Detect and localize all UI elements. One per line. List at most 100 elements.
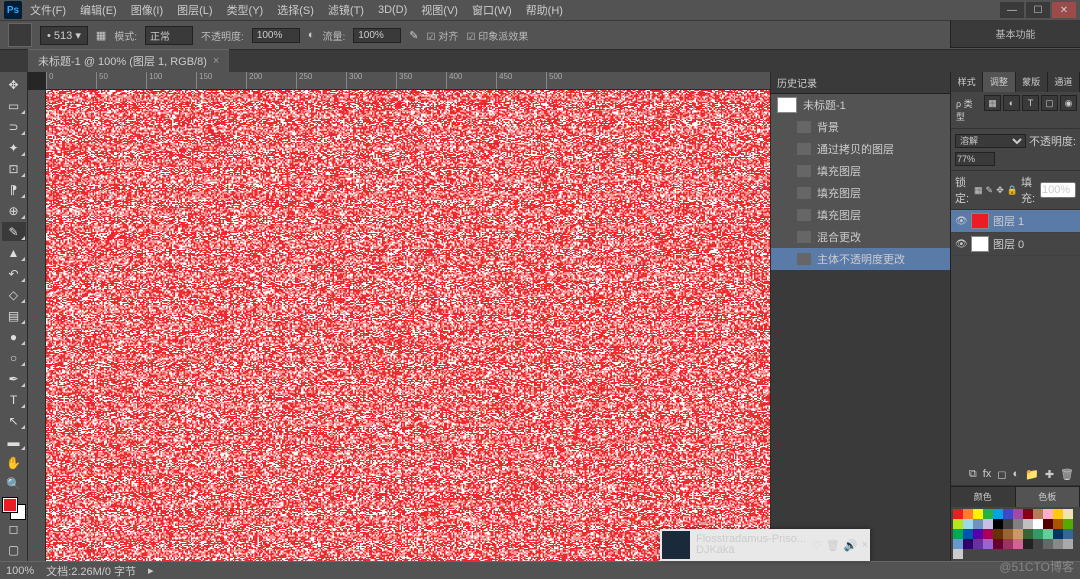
swatch[interactable] xyxy=(1003,509,1013,519)
eraser-tool[interactable]: ◇ xyxy=(2,285,26,304)
flow-input[interactable]: 100% xyxy=(353,28,401,43)
swatch[interactable] xyxy=(1003,519,1013,529)
swatch[interactable] xyxy=(973,509,983,519)
airbrush-icon[interactable]: ✎ xyxy=(409,29,418,42)
path-tool[interactable]: ↖ xyxy=(2,411,26,430)
history-brush-tool[interactable]: ↶ xyxy=(2,264,26,283)
swatch[interactable] xyxy=(1003,539,1013,549)
eyedropper-tool[interactable]: ⁋ xyxy=(2,180,26,199)
filter-smart-icon[interactable]: ◉ xyxy=(1060,95,1077,111)
stamp-tool[interactable]: ▲ xyxy=(2,243,26,262)
tab-swatches[interactable]: 色板 xyxy=(1016,487,1080,507)
menu-edit[interactable]: 编辑(E) xyxy=(74,0,123,20)
swatch[interactable] xyxy=(983,519,993,529)
menu-type[interactable]: 类型(Y) xyxy=(221,0,270,20)
trash-icon[interactable]: 🗑 xyxy=(826,539,840,552)
group-icon[interactable]: 📁 xyxy=(1025,468,1039,481)
close-button[interactable]: ✕ xyxy=(1052,2,1076,18)
visibility-icon[interactable]: 👁 xyxy=(955,216,967,227)
swatch[interactable] xyxy=(993,519,1003,529)
tab-styles[interactable]: 样式 xyxy=(951,72,983,92)
swatch[interactable] xyxy=(973,519,983,529)
mode-select[interactable]: 正常 xyxy=(145,26,193,45)
history-snapshot[interactable]: 未标题-1 xyxy=(771,94,950,116)
history-step[interactable]: 主体不透明度更改 xyxy=(771,248,950,270)
crop-tool[interactable]: ⊡ xyxy=(2,159,26,178)
swatch[interactable] xyxy=(1043,509,1053,519)
menu-view[interactable]: 视图(V) xyxy=(415,0,464,20)
lock-trans-icon[interactable]: ▦ xyxy=(974,184,983,196)
tool-preset-icon[interactable] xyxy=(8,23,32,47)
pressure-opacity-icon[interactable]: ◐ xyxy=(308,29,315,41)
healing-tool[interactable]: ⊕ xyxy=(2,201,26,220)
swatch[interactable] xyxy=(1023,519,1033,529)
document-tab[interactable]: 未标题-1 @ 100% (图层 1, RGB/8) × xyxy=(28,49,229,72)
link-icon[interactable]: ⧉ xyxy=(969,468,977,481)
tab-channel[interactable]: 通道 xyxy=(1048,72,1080,92)
history-panel-header[interactable]: 历史记录 xyxy=(771,72,950,94)
swatch[interactable] xyxy=(1023,529,1033,539)
tab-mask[interactable]: 蒙版 xyxy=(1016,72,1048,92)
layer-row[interactable]: 👁 图层 1 xyxy=(951,210,1080,233)
minimize-button[interactable]: — xyxy=(1000,2,1024,18)
marquee-tool[interactable]: ▭ xyxy=(2,96,26,115)
layer-opacity-input[interactable] xyxy=(955,152,995,166)
fill-input[interactable] xyxy=(1040,182,1076,198)
filter-type-icon[interactable]: T xyxy=(1022,95,1039,111)
mask-icon[interactable]: ◻ xyxy=(997,468,1006,481)
swatch[interactable] xyxy=(1033,509,1043,519)
workspace-switcher[interactable]: 基本功能 xyxy=(950,20,1080,48)
shape-tool[interactable]: ▬ xyxy=(2,432,26,451)
swatch[interactable] xyxy=(963,529,973,539)
swatch[interactable] xyxy=(1043,519,1053,529)
music-widget[interactable]: Flosstradamus-Priso... DJKäkä ♡ 🗑 🔊 × xyxy=(660,529,870,561)
zoom-tool[interactable]: 🔍 xyxy=(2,474,26,493)
swatch[interactable] xyxy=(1053,539,1063,549)
history-step[interactable]: 通过拷贝的图层 xyxy=(771,138,950,160)
lasso-tool[interactable]: ⊃ xyxy=(2,117,26,136)
visibility-icon[interactable]: 👁 xyxy=(955,239,967,250)
new-layer-icon[interactable]: ✚ xyxy=(1045,468,1054,481)
filter-shape-icon[interactable]: ▢ xyxy=(1041,95,1058,111)
swatch[interactable] xyxy=(963,519,973,529)
maximize-button[interactable]: ☐ xyxy=(1026,2,1050,18)
type-tool[interactable]: T xyxy=(2,390,26,409)
blur-tool[interactable]: ● xyxy=(2,327,26,346)
chevron-right-icon[interactable]: ▸ xyxy=(148,564,154,577)
brush-tool[interactable]: ✎ xyxy=(2,222,26,241)
swatch[interactable] xyxy=(1003,529,1013,539)
filter-pixel-icon[interactable]: ▦ xyxy=(984,95,1001,111)
menu-help[interactable]: 帮助(H) xyxy=(520,0,569,20)
swatch[interactable] xyxy=(1023,539,1033,549)
swatch[interactable] xyxy=(1013,509,1023,519)
swatch[interactable] xyxy=(973,529,983,539)
swatch[interactable] xyxy=(993,509,1003,519)
swatch[interactable] xyxy=(1033,539,1043,549)
swatch[interactable] xyxy=(1063,539,1073,549)
color-swatches[interactable] xyxy=(3,498,25,519)
swatch[interactable] xyxy=(1063,519,1073,529)
swatch[interactable] xyxy=(973,539,983,549)
swatch[interactable] xyxy=(953,539,963,549)
swatch[interactable] xyxy=(1053,519,1063,529)
tab-adjust[interactable]: 调整 xyxy=(983,72,1015,92)
pen-tool[interactable]: ✒ xyxy=(2,369,26,388)
swatch[interactable] xyxy=(983,509,993,519)
document-canvas[interactable] xyxy=(46,90,770,561)
menu-window[interactable]: 窗口(W) xyxy=(466,0,518,20)
opacity-input[interactable]: 100% xyxy=(252,28,300,43)
menu-image[interactable]: 图像(I) xyxy=(125,0,169,20)
gradient-tool[interactable]: ▤ xyxy=(2,306,26,325)
swatch[interactable] xyxy=(1013,529,1023,539)
quickmask-icon[interactable]: ◻ xyxy=(2,520,26,539)
swatch[interactable] xyxy=(1053,509,1063,519)
volume-icon[interactable]: 🔊 xyxy=(844,539,858,552)
dodge-tool[interactable]: ○ xyxy=(2,348,26,367)
foreground-color[interactable] xyxy=(3,498,17,512)
swatch[interactable] xyxy=(1043,539,1053,549)
close-icon[interactable]: × xyxy=(862,539,868,552)
tab-color[interactable]: 颜色 xyxy=(951,487,1016,507)
history-step[interactable]: 填充图层 xyxy=(771,160,950,182)
close-tab-icon[interactable]: × xyxy=(213,55,219,67)
swatch[interactable] xyxy=(963,539,973,549)
